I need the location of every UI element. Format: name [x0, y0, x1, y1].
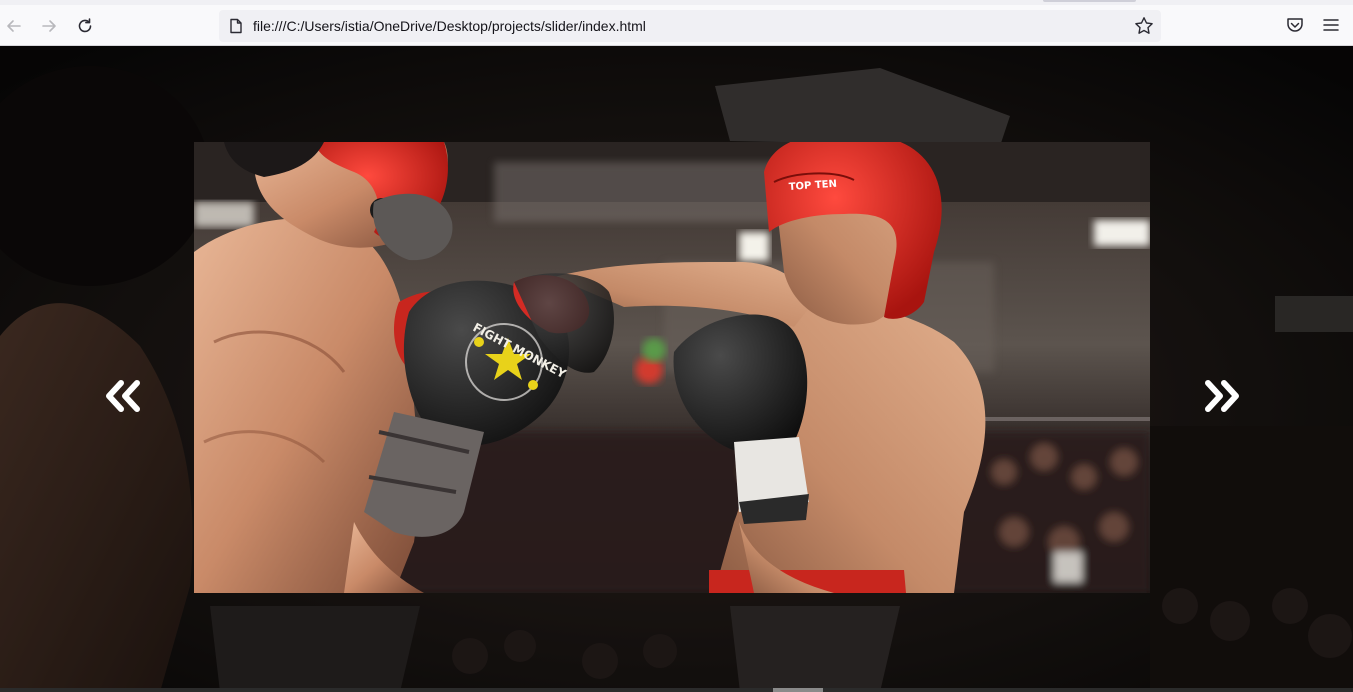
- horizontal-scrollbar[interactable]: [0, 688, 1353, 692]
- reload-icon: [78, 18, 92, 33]
- tab-strip: [0, 0, 1353, 5]
- prev-slide-button[interactable]: [102, 376, 146, 416]
- url-text[interactable]: file:///C:/Users/istia/OneDrive/Desktop/…: [253, 18, 646, 34]
- page-icon: [230, 18, 242, 34]
- boxing-match-photo: TOP TEN FIGHT MONKEY: [194, 142, 1150, 593]
- arrow-left-icon: [7, 20, 21, 32]
- tab-edge: [1043, 0, 1136, 2]
- address-bar[interactable]: file:///C:/Users/istia/OneDrive/Desktop/…: [219, 10, 1161, 42]
- star-icon[interactable]: [1133, 15, 1155, 37]
- back-button[interactable]: [0, 12, 28, 40]
- scrollbar-thumb[interactable]: [773, 688, 823, 692]
- double-chevron-right-icon: [1205, 380, 1239, 412]
- slider-page: TOP TEN FIGHT MONKEY: [0, 46, 1353, 692]
- reload-button[interactable]: [71, 12, 99, 40]
- next-slide-button[interactable]: [1199, 376, 1243, 416]
- double-chevron-left-icon: [106, 380, 140, 412]
- pocket-icon[interactable]: [1284, 14, 1306, 36]
- hamburger-menu-icon[interactable]: [1320, 14, 1342, 36]
- slide-image: TOP TEN FIGHT MONKEY: [194, 142, 1150, 593]
- forward-button[interactable]: [35, 12, 63, 40]
- browser-toolbar: file:///C:/Users/istia/OneDrive/Desktop/…: [0, 0, 1353, 46]
- arrow-right-icon: [42, 20, 56, 32]
